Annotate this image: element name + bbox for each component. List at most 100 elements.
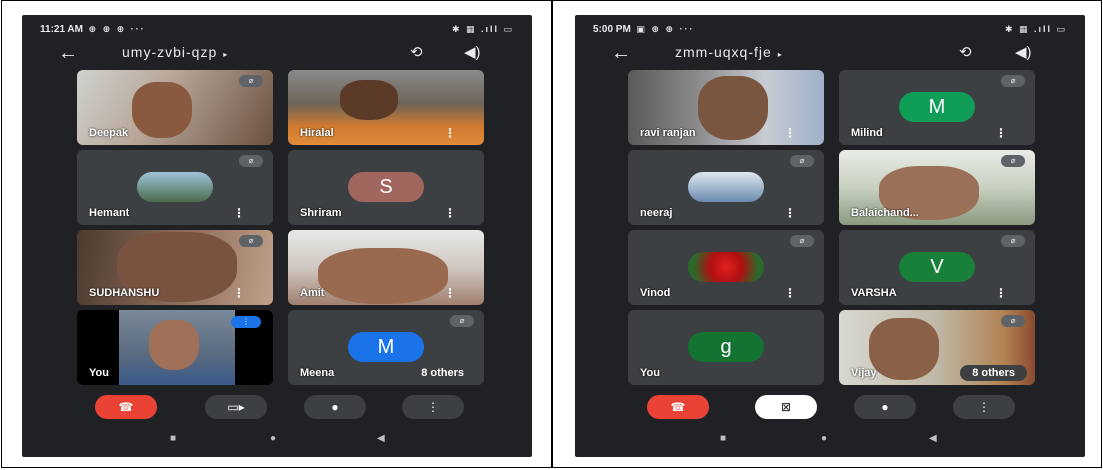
participant-tile[interactable]: Hemant ⋮ ⌀ [77, 150, 273, 225]
participant-face [132, 82, 192, 138]
mute-icon: ⌀ [1001, 315, 1025, 327]
caret-icon: ▸ [223, 50, 229, 59]
participant-name: Deepak [89, 127, 129, 139]
avatar: M [348, 332, 424, 362]
avatar: g [688, 332, 764, 362]
self-face [149, 320, 199, 370]
participant-tile[interactable]: ravi ranjan ⋮ [628, 70, 824, 145]
self-view-tile[interactable]: ⋮ You [77, 310, 273, 385]
more-icon[interactable]: ⋮ [233, 206, 245, 220]
participant-name: Vinod [640, 287, 671, 299]
system-icons: ✱ ▦ .ıll ▭ [1004, 23, 1067, 34]
more-icon[interactable]: ⋮ [784, 126, 796, 140]
participant-name: Amit [300, 287, 325, 299]
participant-face [698, 76, 768, 140]
participant-tile[interactable]: SUDHANSHU ⋮ ⌀ [77, 230, 273, 305]
participant-tile[interactable]: M Meena ⌀ 8 others [288, 310, 484, 385]
meeting-code-text: umy-zvbi-qzp [122, 44, 218, 60]
others-count-badge[interactable]: 8 others [960, 365, 1027, 381]
participant-name: Hiralal [300, 127, 334, 139]
speaker-icon[interactable]: ◀) [1015, 43, 1032, 61]
participant-tile[interactable]: M Milind ⋮ ⌀ [839, 70, 1035, 145]
android-nav-bar: ■ ● ◀ [22, 433, 532, 449]
participant-name: Shriram [300, 207, 342, 219]
more-icon[interactable]: ⋮ [995, 286, 1007, 300]
participant-tile[interactable]: Vinod ⋮ ⌀ [628, 230, 824, 305]
participant-name: ravi ranjan [640, 127, 696, 139]
participant-tile[interactable]: V VARSHA ⋮ ⌀ [839, 230, 1035, 305]
meeting-code[interactable]: zmm-uqxq-fje ▸ [675, 44, 783, 60]
participant-tile[interactable]: Vijay ⌀ 8 others [839, 310, 1035, 385]
participant-face [340, 80, 398, 120]
camera-switch-icon[interactable]: ⟲ [410, 43, 423, 61]
profile-photo [137, 172, 213, 202]
profile-photo [688, 252, 764, 282]
back-arrow-icon[interactable]: ← [611, 41, 631, 65]
speaking-indicator-icon: ⋮ [231, 316, 261, 328]
meeting-top-bar: ← zmm-uqxq-fje ▸ ⟲ ◀) [575, 41, 1085, 67]
others-count-badge[interactable]: 8 others [409, 365, 476, 381]
more-icon[interactable]: ⋮ [784, 206, 796, 220]
status-bar: 11:21 AM ⊕ ⊕ ⊕ ··· ✱ ▦ .ıll ▭ [40, 21, 514, 37]
mute-icon: ⌀ [790, 235, 814, 247]
participant-name: You [89, 367, 109, 379]
microphone-button[interactable]: ● [304, 395, 366, 419]
mute-icon: ⌀ [1001, 235, 1025, 247]
notification-icons: ▣ ⊕ ⊕ ··· [636, 23, 695, 34]
meeting-code-text: zmm-uqxq-fje [675, 44, 772, 60]
home-icon[interactable]: ● [821, 433, 827, 444]
profile-photo [688, 172, 764, 202]
participant-tile[interactable]: Hiralal ⋮ [288, 70, 484, 145]
nav-back-icon[interactable]: ◀ [377, 433, 385, 444]
avatar: V [899, 252, 975, 282]
microphone-button[interactable]: ● [854, 395, 916, 419]
more-options-button[interactable]: ⋮ [953, 395, 1015, 419]
camera-off-button[interactable]: ⊠ [755, 395, 817, 419]
recent-apps-icon[interactable]: ■ [170, 433, 176, 444]
status-time: 11:21 AM [40, 23, 83, 35]
end-call-button[interactable]: ☎ [647, 395, 709, 419]
meeting-code[interactable]: umy-zvbi-qzp ▸ [122, 44, 228, 60]
participant-tile[interactable]: Balaichand... ⌀ [839, 150, 1035, 225]
participant-name: VARSHA [851, 287, 897, 299]
participant-tile[interactable]: neeraj ⋮ ⌀ [628, 150, 824, 225]
right-phone-screen: 5:00 PM ▣ ⊕ ⊕ ··· ✱ ▦ .ıll ▭ ← zmm-uqxq-… [575, 15, 1085, 457]
mute-icon: ⌀ [1001, 155, 1025, 167]
back-arrow-icon[interactable]: ← [58, 41, 78, 65]
camera-switch-icon[interactable]: ⟲ [959, 43, 972, 61]
participant-face [869, 318, 939, 380]
more-icon[interactable]: ⋮ [444, 286, 456, 300]
avatar: S [348, 172, 424, 202]
nav-back-icon[interactable]: ◀ [929, 433, 937, 444]
recent-apps-icon[interactable]: ■ [720, 433, 726, 444]
left-screenshot-frame: 11:21 AM ⊕ ⊕ ⊕ ··· ✱ ▦ .ıll ▭ ← umy-zvbi… [1, 0, 552, 468]
participant-tile[interactable]: Deepak ⌀ [77, 70, 273, 145]
more-icon[interactable]: ⋮ [233, 286, 245, 300]
mute-icon: ⌀ [450, 315, 474, 327]
speaker-icon[interactable]: ◀) [464, 43, 481, 61]
right-screenshot-frame: 5:00 PM ▣ ⊕ ⊕ ··· ✱ ▦ .ıll ▭ ← zmm-uqxq-… [552, 0, 1102, 468]
more-icon[interactable]: ⋮ [444, 206, 456, 220]
participant-name: Milind [851, 127, 883, 139]
participant-name: You [640, 367, 660, 379]
camera-button[interactable]: ▭▸ [205, 395, 267, 419]
mute-icon: ⌀ [1001, 75, 1025, 87]
participant-tile[interactable]: S Shriram ⋮ [288, 150, 484, 225]
end-call-button[interactable]: ☎ [95, 395, 157, 419]
mute-icon: ⌀ [790, 155, 814, 167]
participant-tile[interactable]: Amit ⋮ [288, 230, 484, 305]
system-icons: ✱ ▦ .ıll ▭ [451, 23, 514, 34]
more-icon[interactable]: ⋮ [444, 126, 456, 140]
more-icon[interactable]: ⋮ [784, 286, 796, 300]
participant-face [318, 248, 448, 304]
mute-icon: ⌀ [239, 235, 263, 247]
home-icon[interactable]: ● [270, 433, 276, 444]
mute-icon: ⌀ [239, 75, 263, 87]
meeting-top-bar: ← umy-zvbi-qzp ▸ ⟲ ◀) [22, 41, 532, 67]
self-video-feed [119, 310, 235, 385]
more-options-button[interactable]: ⋮ [402, 395, 464, 419]
more-icon[interactable]: ⋮ [995, 126, 1007, 140]
caret-icon: ▸ [777, 50, 783, 59]
participant-name: Meena [300, 367, 335, 379]
self-view-tile[interactable]: g You [628, 310, 824, 385]
